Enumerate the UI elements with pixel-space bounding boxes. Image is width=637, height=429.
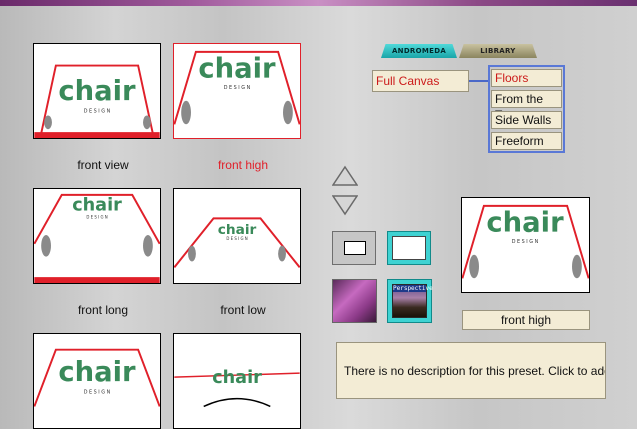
chair-art: chair D E S I G N xyxy=(174,50,300,125)
chair-art: chair D E S I G N xyxy=(174,217,300,268)
chair-art: chair D E S I G N xyxy=(462,204,589,279)
option-side-walls[interactable]: Side Walls xyxy=(491,111,562,129)
preset-label: front low xyxy=(220,303,266,317)
frame-small-button[interactable] xyxy=(332,231,376,265)
option-from-the-top[interactable]: From the Top xyxy=(491,90,562,122)
arrow-down-icon[interactable] xyxy=(332,194,358,216)
preset-thumb-6[interactable]: chair xyxy=(173,333,301,429)
tab-library[interactable]: LIBRARY xyxy=(459,44,537,58)
option-freeform[interactable]: Freeform xyxy=(491,132,562,150)
logo-subtext: D E S I G N xyxy=(226,236,247,241)
top-decorative-strip xyxy=(0,0,637,6)
option-connector xyxy=(469,80,488,82)
preset-thumb-front-view[interactable]: chair D E S I G N xyxy=(33,43,161,139)
preview-name-field[interactable]: front high xyxy=(462,310,590,330)
chair-art: chair D E S I G N xyxy=(34,193,160,283)
logo-text: chair xyxy=(486,207,564,238)
mode-field[interactable]: Full Canvas xyxy=(372,70,469,92)
perspective-button[interactable]: Perspective xyxy=(387,279,433,323)
logo-subtext: D E S I G N xyxy=(86,214,107,219)
description-field[interactable]: There is no description for this preset.… xyxy=(336,342,606,399)
logo-text: chair xyxy=(212,368,262,388)
preset-label: front view xyxy=(77,158,129,172)
option-floors[interactable]: Floors xyxy=(491,69,562,87)
texture-button[interactable] xyxy=(332,279,377,323)
preset-thumb-front-low[interactable]: chair D E S I G N xyxy=(173,188,301,284)
preset-label: front long xyxy=(77,303,129,317)
logo-text: chair xyxy=(58,357,136,388)
chair-art: chair D E S I G N xyxy=(34,348,160,407)
chair-art: chair D E S I G N xyxy=(34,64,160,138)
logo-subtext: D E S I G N xyxy=(84,390,111,396)
preset-preview: chair D E S I G N xyxy=(461,197,590,293)
perspective-caption: Perspective xyxy=(393,285,433,292)
logo-text: chair xyxy=(72,196,122,216)
logo-subtext: D E S I G N xyxy=(512,239,539,245)
logo-text: chair xyxy=(58,76,136,107)
frame-icon xyxy=(344,241,366,255)
frame-icon xyxy=(392,236,426,260)
arrow-up-icon[interactable] xyxy=(332,165,358,187)
preset-label: front high xyxy=(217,158,269,172)
tab-andromeda[interactable]: ANDROMEDA xyxy=(381,44,457,58)
logo-subtext: D E S I G N xyxy=(224,85,251,91)
preset-thumb-front-long[interactable]: chair D E S I G N xyxy=(33,188,161,284)
preset-thumb-5[interactable]: chair D E S I G N xyxy=(33,333,161,429)
logo-text: chair xyxy=(198,53,276,84)
preset-thumb-front-high[interactable]: chair D E S I G N xyxy=(173,43,301,139)
chair-art: chair xyxy=(174,368,300,408)
logo-subtext: D E S I G N xyxy=(84,109,111,115)
frame-full-button[interactable] xyxy=(387,231,431,265)
